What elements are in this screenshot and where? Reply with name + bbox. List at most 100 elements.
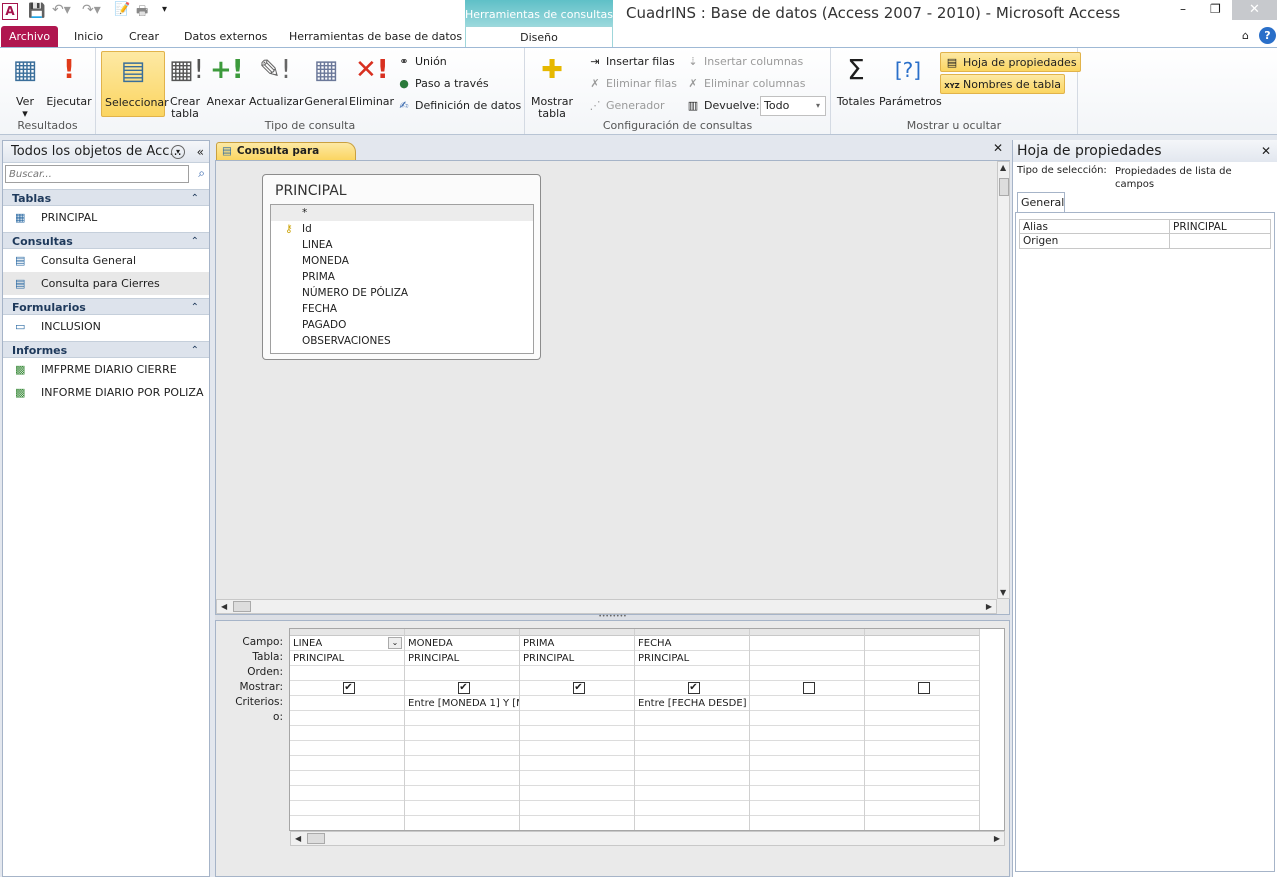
grid-horizontal-scrollbar[interactable]: ◀ ▶ bbox=[290, 831, 1005, 846]
o-cell[interactable] bbox=[520, 786, 634, 801]
o-cell[interactable] bbox=[750, 741, 864, 756]
o-cell[interactable] bbox=[405, 786, 519, 801]
eliminar-button[interactable]: ✕! Eliminar bbox=[349, 54, 394, 108]
redo-icon[interactable]: ↷▾ bbox=[82, 2, 101, 18]
table-field-list[interactable]: PRINCIPAL * ⚷ Id LINEA MONEDA PRIMA NÚMER… bbox=[262, 174, 541, 360]
o-cell[interactable] bbox=[405, 741, 519, 756]
anexar-button[interactable]: +! Anexar bbox=[206, 54, 246, 108]
actualizar-button[interactable]: ✎! Actualizar bbox=[249, 54, 304, 108]
eliminar-columnas-button[interactable]: ✗ Eliminar columnas bbox=[685, 74, 805, 94]
field-item[interactable]: NÚMERO DE PÓLIZA bbox=[271, 285, 533, 301]
tab-herramientas-bd[interactable]: Herramientas de base de datos bbox=[281, 26, 470, 47]
nav-item-consulta-cierres[interactable]: ▤ Consulta para Cierres bbox=[3, 272, 209, 295]
nombres-tabla-button[interactable]: XYZ Nombres de tabla bbox=[940, 74, 1066, 94]
field-item[interactable]: FECHA bbox=[271, 301, 533, 317]
o-cell[interactable] bbox=[635, 756, 749, 771]
close-icon[interactable]: ✕ bbox=[1261, 140, 1271, 162]
o-cell[interactable] bbox=[750, 711, 864, 726]
nav-item-inclusion[interactable]: ▭ INCLUSION bbox=[3, 315, 209, 338]
mostrar-checkbox[interactable]: ✔ bbox=[572, 682, 585, 694]
o-cell[interactable] bbox=[865, 771, 979, 786]
o-cell[interactable] bbox=[405, 801, 519, 816]
criterios-cell[interactable] bbox=[750, 696, 864, 711]
column-selector[interactable] bbox=[635, 629, 749, 636]
o-cell[interactable] bbox=[635, 816, 749, 830]
o-cell[interactable] bbox=[865, 741, 979, 756]
insertar-filas-button[interactable]: ⇥ Insertar filas bbox=[587, 52, 674, 72]
o-cell[interactable] bbox=[635, 711, 749, 726]
o-cell[interactable] bbox=[405, 711, 519, 726]
field-item[interactable]: MONEDA bbox=[271, 253, 533, 269]
o-cell[interactable] bbox=[750, 726, 864, 741]
nav-group-formularios[interactable]: Formularios ⌃ bbox=[3, 298, 209, 315]
dropdown-arrow-icon[interactable]: ⌄ bbox=[388, 637, 402, 649]
o-cell[interactable] bbox=[750, 801, 864, 816]
tab-datos-externos[interactable]: Datos externos bbox=[176, 26, 275, 47]
o-cell[interactable] bbox=[865, 726, 979, 741]
o-cell[interactable] bbox=[290, 816, 404, 830]
criterios-cell[interactable] bbox=[290, 696, 404, 711]
close-document-icon[interactable]: ✕ bbox=[993, 141, 1003, 155]
nav-menu-chevron-icon[interactable]: ▾ bbox=[171, 145, 185, 159]
o-cell[interactable] bbox=[405, 816, 519, 830]
criterios-cell[interactable] bbox=[865, 696, 979, 711]
campo-cell[interactable]: MONEDA bbox=[405, 636, 519, 651]
access-logo-icon[interactable]: A bbox=[2, 3, 18, 20]
o-cell[interactable] bbox=[865, 801, 979, 816]
tab-inicio[interactable]: Inicio bbox=[66, 26, 111, 47]
o-cell[interactable] bbox=[290, 756, 404, 771]
field-item[interactable]: ⚷ Id bbox=[271, 221, 533, 237]
o-cell[interactable] bbox=[750, 756, 864, 771]
nav-group-informes[interactable]: Informes ⌃ bbox=[3, 341, 209, 358]
o-cell[interactable] bbox=[865, 756, 979, 771]
nav-group-consultas[interactable]: Consultas ⌃ bbox=[3, 232, 209, 249]
o-cell[interactable] bbox=[290, 726, 404, 741]
vertical-scrollbar[interactable]: ▲ ▼ bbox=[997, 161, 1010, 599]
tab-archivo[interactable]: Archivo bbox=[1, 26, 59, 47]
general-button[interactable]: ▦ General bbox=[303, 54, 349, 108]
o-cell[interactable] bbox=[290, 786, 404, 801]
o-cell[interactable] bbox=[290, 771, 404, 786]
o-cell[interactable] bbox=[290, 801, 404, 816]
search-icon[interactable]: ⌕ bbox=[198, 166, 205, 181]
property-row-alias[interactable]: Alias PRINCIPAL bbox=[1019, 219, 1271, 234]
campo-cell[interactable]: LINEA ⌄ bbox=[290, 636, 404, 651]
o-cell[interactable] bbox=[520, 711, 634, 726]
campo-cell[interactable] bbox=[750, 636, 864, 651]
scroll-thumb[interactable] bbox=[233, 601, 251, 612]
orden-cell[interactable] bbox=[520, 666, 634, 681]
o-cell[interactable] bbox=[635, 801, 749, 816]
column-selector[interactable] bbox=[750, 629, 864, 636]
o-cell[interactable] bbox=[635, 726, 749, 741]
o-cell[interactable] bbox=[635, 771, 749, 786]
o-cell[interactable] bbox=[520, 741, 634, 756]
o-cell[interactable] bbox=[635, 741, 749, 756]
nav-item-informe-poliza[interactable]: ▩ INFORME DIARIO POR POLIZA bbox=[3, 381, 209, 404]
crear-tabla-button[interactable]: ▦! Crear tabla bbox=[168, 54, 204, 120]
property-value[interactable] bbox=[1170, 234, 1173, 248]
devuelve-select[interactable]: Todo ▾ bbox=[760, 96, 826, 116]
o-cell[interactable] bbox=[405, 771, 519, 786]
union-button[interactable]: ⚭ Unión bbox=[396, 52, 446, 72]
orden-cell[interactable] bbox=[290, 666, 404, 681]
criterios-cell[interactable] bbox=[520, 696, 634, 711]
field-item[interactable]: PAGADO bbox=[271, 317, 533, 333]
mostrar-checkbox[interactable] bbox=[802, 682, 815, 694]
o-cell[interactable] bbox=[750, 786, 864, 801]
ejecutar-button[interactable]: ! Ejecutar bbox=[46, 54, 92, 108]
o-cell[interactable] bbox=[520, 756, 634, 771]
restore-button[interactable]: ❐ bbox=[1210, 2, 1221, 16]
seleccionar-button[interactable]: ▤ Seleccionar bbox=[101, 51, 169, 117]
tabla-cell[interactable]: PRINCIPAL bbox=[405, 651, 519, 666]
o-cell[interactable] bbox=[520, 771, 634, 786]
nav-item-consulta-general[interactable]: ▤ Consulta General bbox=[3, 249, 209, 272]
save-icon[interactable]: 💾 bbox=[28, 3, 45, 19]
collapse-pane-icon[interactable]: « bbox=[197, 141, 204, 163]
o-cell[interactable] bbox=[520, 726, 634, 741]
scroll-thumb[interactable] bbox=[999, 178, 1009, 196]
o-cell[interactable] bbox=[865, 711, 979, 726]
tab-general[interactable]: General bbox=[1017, 192, 1065, 212]
o-cell[interactable] bbox=[290, 711, 404, 726]
minimize-ribbon-icon[interactable]: ⌂ bbox=[1242, 29, 1249, 42]
o-cell[interactable] bbox=[750, 816, 864, 830]
